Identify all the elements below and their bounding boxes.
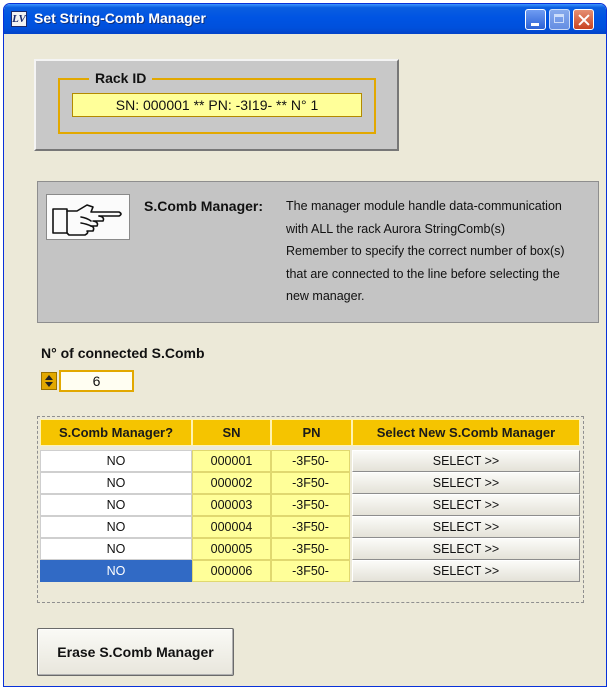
pn-cell: -3F50- xyxy=(271,560,350,582)
pn-cell: -3F50- xyxy=(271,538,350,560)
minimize-icon xyxy=(526,10,545,29)
info-line: Remember to specify the correct number o… xyxy=(286,244,565,258)
sn-cell: 000001 xyxy=(192,450,271,472)
sn-cell: 000003 xyxy=(192,494,271,516)
manager-cell[interactable]: NO xyxy=(40,494,192,516)
header-scomb-manager: S.Comb Manager? xyxy=(40,419,192,446)
select-button[interactable]: SELECT >> xyxy=(352,450,580,472)
info-line: new manager. xyxy=(286,289,365,303)
manager-info-panel: S.Comb Manager: The manager module handl… xyxy=(37,181,599,323)
maximize-icon xyxy=(550,10,569,29)
connected-count-label: N° of connected S.Comb xyxy=(41,345,205,361)
close-icon xyxy=(574,10,593,29)
select-button[interactable]: SELECT >> xyxy=(352,560,580,582)
header-select-new-manager: Select New S.Comb Manager xyxy=(352,419,580,446)
pn-cell: -3F50- xyxy=(271,516,350,538)
maximize-button[interactable] xyxy=(549,9,570,30)
pn-cell: -3F50- xyxy=(271,472,350,494)
select-button[interactable]: SELECT >> xyxy=(352,494,580,516)
connected-count-field[interactable]: 6 xyxy=(59,370,134,392)
header-sn: SN xyxy=(192,419,271,446)
pn-cell: -3F50- xyxy=(271,450,350,472)
info-line: with ALL the rack Aurora StringComb(s) xyxy=(286,221,506,236)
hand-button[interactable] xyxy=(46,194,130,240)
select-button[interactable]: SELECT >> xyxy=(352,516,580,538)
manager-cell[interactable]: NO xyxy=(40,516,192,538)
window-title: Set String-Comb Manager xyxy=(34,10,206,26)
close-button[interactable] xyxy=(573,9,594,30)
scomb-table: S.Comb Manager? SN PN Select New S.Comb … xyxy=(37,416,584,603)
rack-id-panel: Rack ID SN: 000001 ** PN: -3I19- ** N° 1 xyxy=(34,59,399,151)
minimize-button[interactable] xyxy=(525,9,546,30)
manager-info-title: S.Comb Manager: xyxy=(144,198,264,214)
manager-cell[interactable]: NO xyxy=(40,450,192,472)
pn-cell: -3F50- xyxy=(271,494,350,516)
app-icon: LV xyxy=(11,11,27,27)
sn-cell: 000006 xyxy=(192,560,271,582)
info-line: The manager module handle data-communica… xyxy=(286,199,562,213)
count-spinner-arrows[interactable] xyxy=(41,372,57,390)
title-bar[interactable]: LV Set String-Comb Manager xyxy=(4,4,606,34)
manager-info-text: The manager module handle data-communica… xyxy=(286,195,592,308)
manager-cell[interactable]: NO xyxy=(40,538,192,560)
sn-cell: 000002 xyxy=(192,472,271,494)
app-window: LV Set String-Comb Manager Rack ID SN: 0… xyxy=(3,3,607,687)
header-pn: PN xyxy=(271,419,352,446)
erase-manager-button[interactable]: Erase S.Comb Manager xyxy=(37,628,234,676)
manager-cell-selected[interactable]: NO xyxy=(40,560,192,582)
select-button[interactable]: SELECT >> xyxy=(352,472,580,494)
sn-cell: 000004 xyxy=(192,516,271,538)
select-button[interactable]: SELECT >> xyxy=(352,538,580,560)
pointing-hand-icon xyxy=(52,204,122,236)
rack-id-value: SN: 000001 ** PN: -3I19- ** N° 1 xyxy=(72,93,362,117)
manager-cell[interactable]: NO xyxy=(40,472,192,494)
rack-id-label: Rack ID xyxy=(89,70,153,86)
sn-cell: 000005 xyxy=(192,538,271,560)
info-line: that are connected to the line before se… xyxy=(286,266,560,281)
